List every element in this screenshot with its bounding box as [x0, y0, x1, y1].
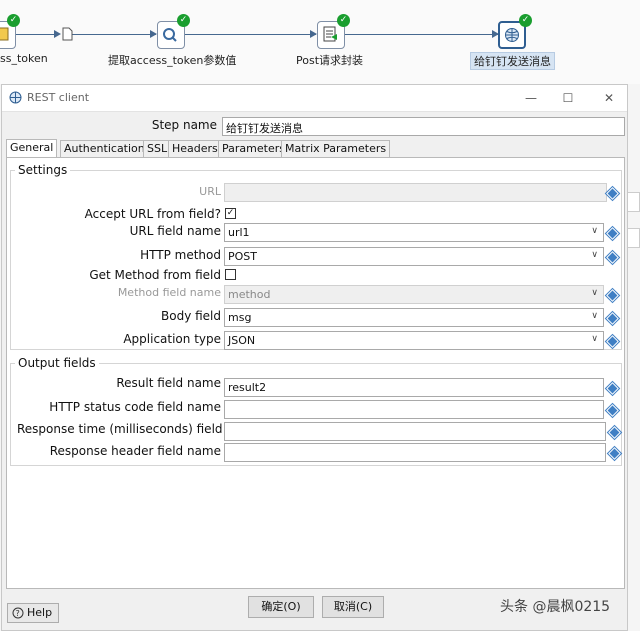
url-label: URL [199, 185, 221, 198]
settings-group-title: Settings [15, 163, 71, 177]
dialog-title: REST client [27, 91, 90, 104]
response-time-input[interactable] [224, 422, 606, 441]
step-label-selected: 给钉钉发送消息 [470, 52, 555, 70]
help-icon: ? [12, 607, 24, 619]
chevron-down-icon: ∨ [591, 311, 598, 321]
output-group-title: Output fields [15, 356, 99, 370]
tab-authentication[interactable]: Authentication [60, 140, 149, 157]
response-header-label: Response header field name [49, 444, 221, 458]
response-time-label: Response time (milliseconds) field [17, 422, 223, 436]
title-bar: REST client — ☐ ✕ [2, 85, 627, 112]
success-check-icon: ✓ [337, 14, 350, 27]
app-type-value: JSON [228, 334, 256, 347]
url-field-select[interactable]: url1 ∨ [224, 223, 604, 242]
hop-arrow [150, 30, 157, 38]
url-field-value: url1 [228, 226, 250, 239]
hop-arrow [54, 30, 61, 38]
hop-line[interactable] [184, 34, 316, 35]
minimize-button[interactable]: — [521, 88, 541, 108]
app-type-select[interactable]: JSON ∨ [224, 331, 604, 350]
method-field-label: Method field name [117, 286, 221, 299]
result-field-label: Result field name [116, 376, 221, 390]
http-method-value: POST [228, 250, 257, 263]
cancel-button[interactable]: 取消(C) [322, 596, 384, 618]
result-field-input[interactable]: result2 [224, 378, 604, 397]
chevron-down-icon: ∨ [591, 226, 598, 236]
url-input [224, 183, 607, 202]
chevron-down-icon: ∨ [591, 288, 598, 298]
accept-url-checkbox[interactable]: ✓ [225, 208, 236, 219]
copy-rows-icon[interactable] [61, 27, 73, 41]
http-method-label: HTTP method [140, 248, 221, 262]
http-method-select[interactable]: POST ∨ [224, 247, 604, 266]
hop-arrow [310, 30, 317, 38]
step-label: ss_token [0, 52, 48, 65]
url-field-label: URL field name [129, 224, 221, 238]
get-method-label: Get Method from field [89, 268, 221, 282]
chevron-down-icon: ∨ [591, 334, 598, 344]
transformation-canvas[interactable]: ✓ ss_token ✓ 提取access_token参数值 ✓ Post请求封… [0, 0, 640, 84]
success-check-icon: ✓ [7, 14, 20, 27]
success-check-icon: ✓ [177, 14, 190, 27]
status-code-input[interactable] [224, 400, 604, 419]
general-tab-panel: Settings URL Accept URL from field? ✓ UR… [6, 157, 625, 589]
body-field-select[interactable]: msg ∨ [224, 308, 604, 327]
hop-line[interactable] [72, 34, 156, 35]
tab-matrix-parameters[interactable]: Matrix Parameters [281, 140, 391, 157]
help-button[interactable]: ? Help [7, 603, 59, 623]
method-field-select: method ∨ [224, 285, 604, 304]
maximize-button[interactable]: ☐ [558, 88, 578, 108]
svg-text:?: ? [16, 609, 20, 618]
chevron-down-icon: ∨ [591, 250, 598, 260]
step-name-label: Step name [151, 118, 217, 132]
watermark: 头条 @晨枫0215 [500, 599, 611, 615]
response-header-input[interactable] [224, 443, 606, 462]
rest-client-icon [9, 91, 22, 104]
close-button[interactable]: ✕ [599, 88, 619, 108]
hop-line[interactable] [14, 34, 58, 35]
ok-button[interactable]: 确定(O) [248, 596, 314, 618]
tab-headers[interactable]: Headers [168, 140, 222, 157]
get-method-checkbox[interactable] [225, 269, 236, 280]
method-field-value: method [228, 288, 271, 301]
step-label: Post请求封装 [296, 54, 364, 67]
step-label: 提取access_token参数值 [108, 54, 237, 67]
tab-parameters[interactable]: Parameters [218, 140, 289, 157]
hop-line[interactable] [344, 34, 498, 35]
body-field-label: Body field [161, 309, 221, 323]
tab-general[interactable]: General [6, 139, 58, 158]
body-field-value: msg [228, 311, 252, 324]
app-type-label: Application type [123, 332, 221, 346]
help-label: Help [27, 606, 53, 619]
rest-client-dialog: REST client — ☐ ✕ Step name 给钉钉发送消息 Gene… [1, 84, 628, 631]
status-code-label: HTTP status code field name [49, 400, 221, 414]
step-name-input[interactable]: 给钉钉发送消息 [222, 117, 625, 136]
tab-ssl[interactable]: SSL [143, 140, 172, 157]
accept-url-label: Accept URL from field? [84, 207, 221, 221]
success-check-icon: ✓ [519, 14, 532, 27]
